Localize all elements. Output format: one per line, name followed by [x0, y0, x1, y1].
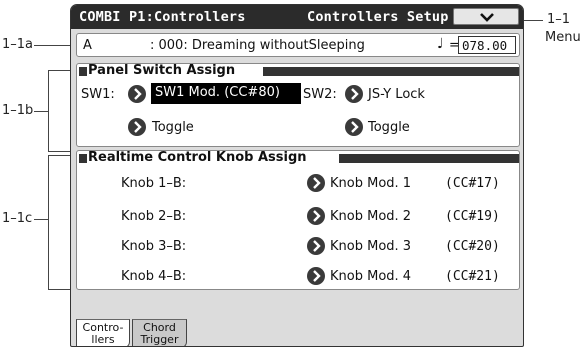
section-marker [79, 154, 87, 163]
panel-switch-header: Panel Switch Assign [77, 63, 519, 78]
sw2-mode-popup-button[interactable] [345, 118, 363, 136]
knob-cc-number: (CC#19) [445, 209, 500, 224]
sw1-mode-value[interactable]: Toggle [152, 120, 194, 135]
chevron-right-icon [351, 121, 359, 133]
section-title: Realtime Control Knob Assign [88, 150, 307, 165]
knob-popup-button[interactable] [307, 174, 325, 192]
knob-assign-value[interactable]: Knob Mod. 4 [330, 269, 411, 284]
combi-bank: A [83, 38, 92, 53]
sw2-label: SW2: [303, 87, 337, 102]
callout-bracket-bottom-1-1c [48, 289, 71, 290]
callout-bracket-top-1-1b [48, 70, 71, 71]
tempo-field[interactable]: 078.00 [458, 36, 516, 54]
knob-label: Knob 2–B: [121, 209, 187, 224]
tab-chord-trigger[interactable]: Chord Trigger [132, 319, 187, 346]
callout-1-1a: 1–1a [2, 37, 34, 52]
chevron-right-icon [134, 121, 142, 133]
chevron-right-icon [313, 177, 321, 189]
callout-bracket-1-1b [48, 70, 49, 152]
callout-menu-label: Menu [545, 30, 581, 45]
callout-line-menu [522, 20, 543, 21]
callout-line-1-1c [34, 219, 48, 220]
knob-assign-header: Realtime Control Knob Assign [77, 150, 519, 165]
tab-controllers[interactable]: Contro- llers [76, 319, 130, 346]
knob-cc-number: (CC#21) [445, 269, 500, 284]
callout-1-1c: 1–1c [2, 211, 33, 226]
sw1-mode-popup-button[interactable] [128, 118, 146, 136]
knob-assign-value[interactable]: Knob Mod. 3 [330, 239, 411, 254]
knob-label: Knob 4–B: [121, 269, 187, 284]
callout-line-1-1a [34, 45, 71, 46]
chevron-right-icon [351, 88, 359, 100]
knob-label: Knob 1–B: [121, 176, 187, 191]
chevron-right-icon [313, 210, 321, 222]
tab-label-line2: Trigger [140, 333, 179, 346]
section-marker [79, 67, 87, 76]
knob-assign-value[interactable]: Knob Mod. 1 [330, 176, 411, 191]
title-bar: COMBI P1:Controllers Controllers Setup [71, 5, 523, 29]
page-title: COMBI P1:Controllers [79, 9, 246, 25]
chevron-down-icon [480, 13, 494, 22]
knob-popup-button[interactable] [307, 207, 325, 225]
combi-name: : 000: Dreaming withoutSleeping [150, 38, 365, 53]
panel-switch-section: Panel Switch Assign SW1: SW1 Mod. (CC#80… [76, 63, 520, 147]
callout-bracket-top-1-1c [48, 155, 71, 156]
tab-label-line2: llers [91, 333, 115, 346]
sw1-label: SW1: [81, 87, 115, 102]
quarter-note-icon: ♩ [437, 36, 444, 52]
knob-label: Knob 3–B: [121, 239, 187, 254]
device-screen: COMBI P1:Controllers Controllers Setup A… [70, 4, 524, 347]
section-title: Panel Switch Assign [88, 63, 236, 78]
sw2-popup-button[interactable] [345, 85, 363, 103]
knob-assign-section: Realtime Control Knob Assign Knob 1–B: K… [76, 150, 520, 290]
sw2-mode-value[interactable]: Toggle [368, 120, 410, 135]
callout-1-1b: 1–1b [2, 103, 34, 118]
combination-select-field[interactable]: A : 000: Dreaming withoutSleeping ♩ = 07… [76, 33, 520, 57]
chevron-right-icon [313, 270, 321, 282]
section-rule [339, 154, 519, 163]
tab-bar: Contro- llers Chord Trigger [71, 319, 523, 346]
knob-cc-number: (CC#20) [445, 239, 500, 254]
callout-line-1-1b [34, 111, 48, 112]
chevron-right-icon [134, 88, 142, 100]
knob-cc-number: (CC#17) [445, 176, 500, 191]
section-rule [263, 67, 519, 76]
chevron-right-icon [313, 240, 321, 252]
knob-popup-button[interactable] [307, 237, 325, 255]
knob-popup-button[interactable] [307, 267, 325, 285]
sw1-assign-value[interactable]: SW1 Mod. (CC#80) [151, 83, 301, 104]
callout-bracket-1-1c [48, 155, 49, 290]
page-subtitle: Controllers Setup [307, 9, 449, 25]
callout-1-1-menu: 1–1 [547, 12, 571, 27]
menu-button[interactable] [453, 8, 519, 25]
sw1-popup-button[interactable] [128, 85, 146, 103]
callout-bracket-bottom-1-1b [48, 151, 71, 152]
sw2-assign-value[interactable]: JS-Y Lock [368, 87, 425, 102]
knob-assign-value[interactable]: Knob Mod. 2 [330, 209, 411, 224]
